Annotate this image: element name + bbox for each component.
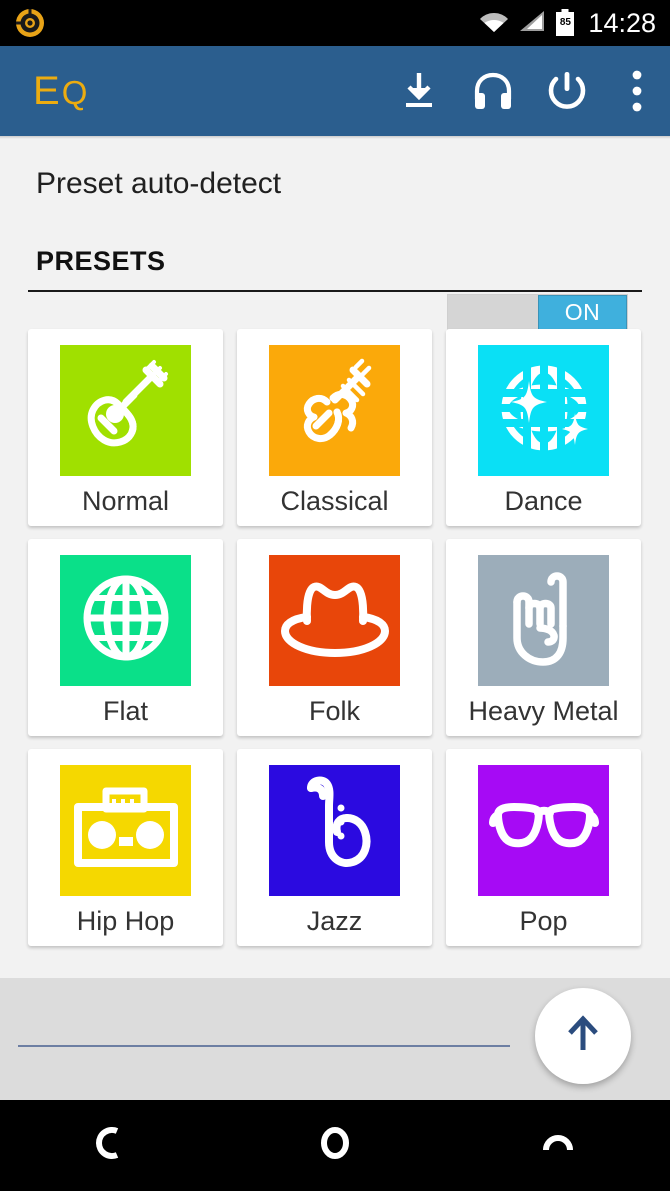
wifi-icon <box>479 9 509 38</box>
preset-card-flat[interactable]: Flat <box>28 539 223 736</box>
preset-auto-detect-label: Preset auto-detect <box>36 167 282 200</box>
navigation-bar <box>0 1100 670 1191</box>
app-bar: EQ <box>0 46 670 136</box>
sparkle-globe-icon <box>493 357 595 464</box>
preset-auto-detect-toggle[interactable]: ON <box>447 294 628 331</box>
cellular-signal-icon <box>518 9 546 38</box>
preset-tile <box>478 765 609 896</box>
arrow-up-icon <box>559 1010 607 1063</box>
toolbar-actions <box>382 46 670 136</box>
guitar-icon <box>74 356 178 465</box>
preset-label: Folk <box>308 696 360 726</box>
preset-card-dance[interactable]: Dance <box>446 329 641 526</box>
overflow-menu-icon[interactable] <box>604 46 670 136</box>
scroll-up-fab[interactable] <box>535 988 631 1084</box>
status-clock: 14:28 <box>588 8 656 38</box>
preset-tile <box>478 345 609 476</box>
preset-tile <box>269 555 400 686</box>
headphones-icon[interactable] <box>456 46 530 136</box>
app-logo: EQ <box>33 46 89 136</box>
preset-card-folk[interactable]: Folk <box>237 539 432 736</box>
app-logo-e: E <box>33 69 62 113</box>
saxophone-icon <box>289 774 381 887</box>
preset-tile <box>60 345 191 476</box>
recents-arc-icon <box>541 1126 575 1165</box>
home-nav-button[interactable] <box>223 1100 446 1191</box>
preset-auto-detect-row: Preset auto-detect ON <box>0 139 670 331</box>
preset-label: Classical <box>280 486 389 516</box>
preset-label: Heavy Metal <box>468 696 619 726</box>
preset-tile <box>269 765 400 896</box>
presets-grid: Normal Classical Dance Flat Folk Heavy M… <box>28 329 642 946</box>
cowboy-hat-icon <box>280 573 389 668</box>
preset-label: Hip Hop <box>76 906 175 936</box>
toggle-state-label: ON <box>564 299 601 325</box>
sunglasses-icon <box>488 793 600 868</box>
toggle-thumb[interactable]: ON <box>538 295 627 330</box>
preset-card-jazz[interactable]: Jazz <box>237 749 432 946</box>
app-logo-q: Q <box>61 74 90 111</box>
preset-label: Dance <box>504 486 583 516</box>
preset-label: Pop <box>519 906 568 936</box>
boombox-icon <box>72 785 180 876</box>
preset-card-normal[interactable]: Normal <box>28 329 223 526</box>
preset-tile <box>269 345 400 476</box>
globe-icon <box>76 568 176 673</box>
preset-tile <box>60 555 191 686</box>
preset-tile <box>60 765 191 896</box>
battery-icon: 85 <box>555 9 575 37</box>
download-icon[interactable] <box>382 46 456 136</box>
preset-card-hip-hop[interactable]: Hip Hop <box>28 749 223 946</box>
violin-icon <box>283 356 387 465</box>
presets-section-header: PRESETS <box>36 246 166 276</box>
recents-nav-button[interactable] <box>447 1100 670 1191</box>
rock-hand-icon <box>500 566 588 675</box>
preset-label: Flat <box>102 696 148 726</box>
preset-tile <box>478 555 609 686</box>
home-circle-icon <box>318 1126 352 1165</box>
status-icons: 85 14:28 <box>479 0 656 46</box>
preset-card-pop[interactable]: Pop <box>446 749 641 946</box>
battery-level-text: 85 <box>559 17 571 28</box>
app-notification-icon <box>14 7 46 39</box>
presets-divider <box>28 290 642 292</box>
back-arc-icon <box>95 1126 129 1165</box>
power-icon[interactable] <box>530 46 604 136</box>
preset-label: Normal <box>81 486 169 516</box>
preset-label: Jazz <box>306 906 363 936</box>
preset-card-heavy-metal[interactable]: Heavy Metal <box>446 539 641 736</box>
back-nav-button[interactable] <box>0 1100 223 1191</box>
preset-card-classical[interactable]: Classical <box>237 329 432 526</box>
status-bar: 85 14:28 <box>0 0 670 46</box>
panel-divider-line <box>18 1045 510 1047</box>
